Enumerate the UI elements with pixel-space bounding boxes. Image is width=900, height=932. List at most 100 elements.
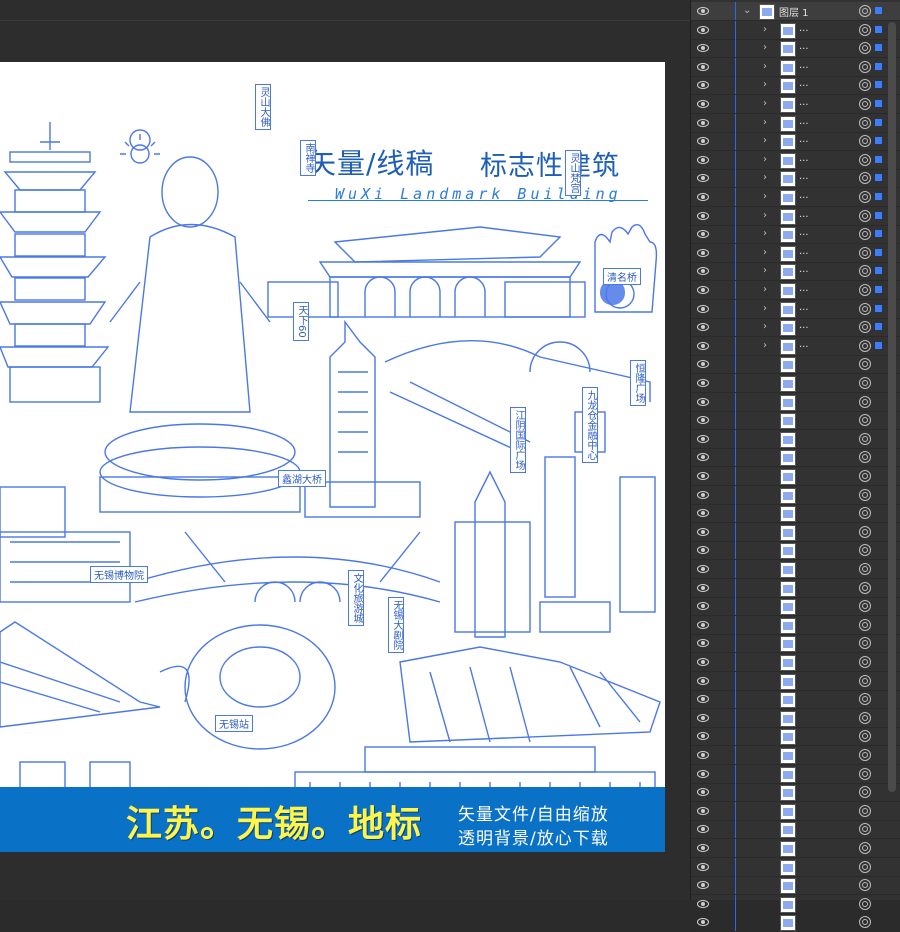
eye-icon[interactable]: [697, 899, 709, 908]
layer-row[interactable]: [691, 746, 900, 765]
eye-icon[interactable]: [697, 731, 709, 741]
layer-row[interactable]: [691, 411, 900, 431]
eye-icon[interactable]: [697, 657, 709, 666]
target-circle-icon[interactable]: [859, 767, 871, 780]
selection-square-icon[interactable]: [875, 155, 882, 163]
target-circle-icon[interactable]: [859, 135, 871, 148]
selection-square-icon[interactable]: [875, 44, 882, 52]
layer-row[interactable]: ›...: [691, 225, 900, 245]
target-circle-icon[interactable]: [859, 42, 871, 55]
layer-row[interactable]: [691, 578, 900, 598]
target-circle-icon[interactable]: [859, 804, 871, 817]
layer-row[interactable]: [691, 894, 900, 914]
eye-icon[interactable]: [697, 824, 709, 834]
eye-icon[interactable]: [697, 917, 709, 927]
selection-square-icon[interactable]: [875, 341, 882, 349]
selection-square-icon[interactable]: [875, 25, 882, 33]
chevron-right-icon[interactable]: ›: [763, 98, 767, 109]
eye-icon[interactable]: [697, 750, 709, 759]
layer-row[interactable]: ›...: [691, 299, 900, 319]
eye-icon[interactable]: [697, 508, 709, 518]
eye-icon[interactable]: [697, 638, 709, 648]
target-circle-icon[interactable]: [859, 377, 871, 389]
selection-square-icon[interactable]: [875, 323, 882, 331]
eye-icon[interactable]: [697, 527, 709, 536]
target-circle-icon[interactable]: [859, 358, 871, 371]
chevron-right-icon[interactable]: ›: [763, 321, 767, 332]
chevron-right-icon[interactable]: ›: [763, 117, 767, 128]
chevron-down-icon[interactable]: ⌄: [743, 5, 751, 16]
eye-icon[interactable]: [697, 211, 709, 220]
selection-square-icon[interactable]: [875, 304, 882, 312]
selection-square-icon[interactable]: [875, 7, 882, 14]
layers-scrollbar[interactable]: [888, 22, 896, 792]
eye-icon[interactable]: [697, 620, 709, 629]
layer-row[interactable]: ›...: [691, 336, 900, 356]
eye-icon[interactable]: [697, 80, 709, 90]
target-circle-icon[interactable]: [859, 209, 871, 222]
target-circle-icon[interactable]: [859, 23, 871, 36]
eye-icon[interactable]: [697, 173, 709, 183]
target-circle-icon[interactable]: [859, 5, 871, 17]
layer-row[interactable]: [691, 429, 900, 449]
eye-icon[interactable]: [697, 118, 709, 127]
layer-row[interactable]: [691, 467, 900, 486]
chevron-right-icon[interactable]: ›: [763, 210, 767, 221]
selection-square-icon[interactable]: [875, 248, 882, 256]
eye-icon[interactable]: [697, 787, 709, 797]
eye-icon[interactable]: [697, 25, 709, 34]
target-circle-icon[interactable]: [859, 656, 871, 668]
layer-row[interactable]: ›...: [691, 281, 900, 300]
layer-row[interactable]: [691, 634, 900, 654]
target-circle-icon[interactable]: [859, 860, 871, 873]
eye-icon[interactable]: [697, 43, 709, 53]
layer-row[interactable]: [691, 392, 900, 412]
eye-icon[interactable]: [697, 564, 709, 573]
selection-square-icon[interactable]: [875, 267, 882, 275]
eye-icon[interactable]: [697, 62, 709, 71]
target-circle-icon[interactable]: [859, 432, 871, 445]
layer-row[interactable]: [691, 448, 900, 468]
target-circle-icon[interactable]: [859, 618, 871, 631]
eye-icon[interactable]: [697, 769, 709, 778]
target-circle-icon[interactable]: [859, 395, 871, 408]
target-circle-icon[interactable]: [859, 525, 871, 538]
layer-row[interactable]: ›...: [691, 39, 900, 59]
layer-row[interactable]: ›...: [691, 113, 900, 133]
eye-icon[interactable]: [697, 676, 709, 685]
selection-square-icon[interactable]: [875, 62, 882, 70]
chevron-right-icon[interactable]: ›: [763, 24, 767, 35]
chevron-right-icon[interactable]: ›: [763, 42, 767, 53]
layer-row[interactable]: ›...: [691, 169, 900, 189]
layer-row[interactable]: [691, 355, 900, 375]
layer-row[interactable]: [691, 783, 900, 803]
target-circle-icon[interactable]: [859, 302, 871, 315]
layer-row[interactable]: [691, 504, 900, 524]
eye-icon[interactable]: [697, 266, 709, 276]
layer-row[interactable]: [691, 522, 900, 542]
chevron-right-icon[interactable]: ›: [763, 340, 767, 351]
eye-icon[interactable]: [697, 6, 709, 15]
target-circle-icon[interactable]: [859, 451, 871, 464]
chevron-right-icon[interactable]: ›: [763, 247, 767, 258]
layer-row[interactable]: [691, 820, 900, 840]
eye-icon[interactable]: [697, 285, 709, 294]
selection-square-icon[interactable]: [875, 174, 882, 182]
eye-icon[interactable]: [697, 397, 709, 406]
eye-icon[interactable]: [697, 99, 709, 108]
selection-square-icon[interactable]: [875, 230, 882, 238]
eye-icon[interactable]: [697, 136, 709, 146]
layer-row[interactable]: [691, 541, 900, 561]
target-circle-icon[interactable]: [859, 98, 871, 110]
selection-square-icon[interactable]: [875, 193, 882, 200]
target-circle-icon[interactable]: [859, 246, 871, 259]
eye-icon[interactable]: [697, 471, 709, 480]
target-circle-icon[interactable]: [859, 265, 871, 278]
target-circle-icon[interactable]: [859, 191, 871, 203]
layer-row[interactable]: ›...: [691, 20, 900, 40]
target-circle-icon[interactable]: [859, 321, 871, 334]
layer-row[interactable]: ›...: [691, 188, 900, 207]
layer-row[interactable]: [691, 876, 900, 896]
eye-icon[interactable]: [697, 155, 709, 164]
target-circle-icon[interactable]: [859, 544, 871, 557]
